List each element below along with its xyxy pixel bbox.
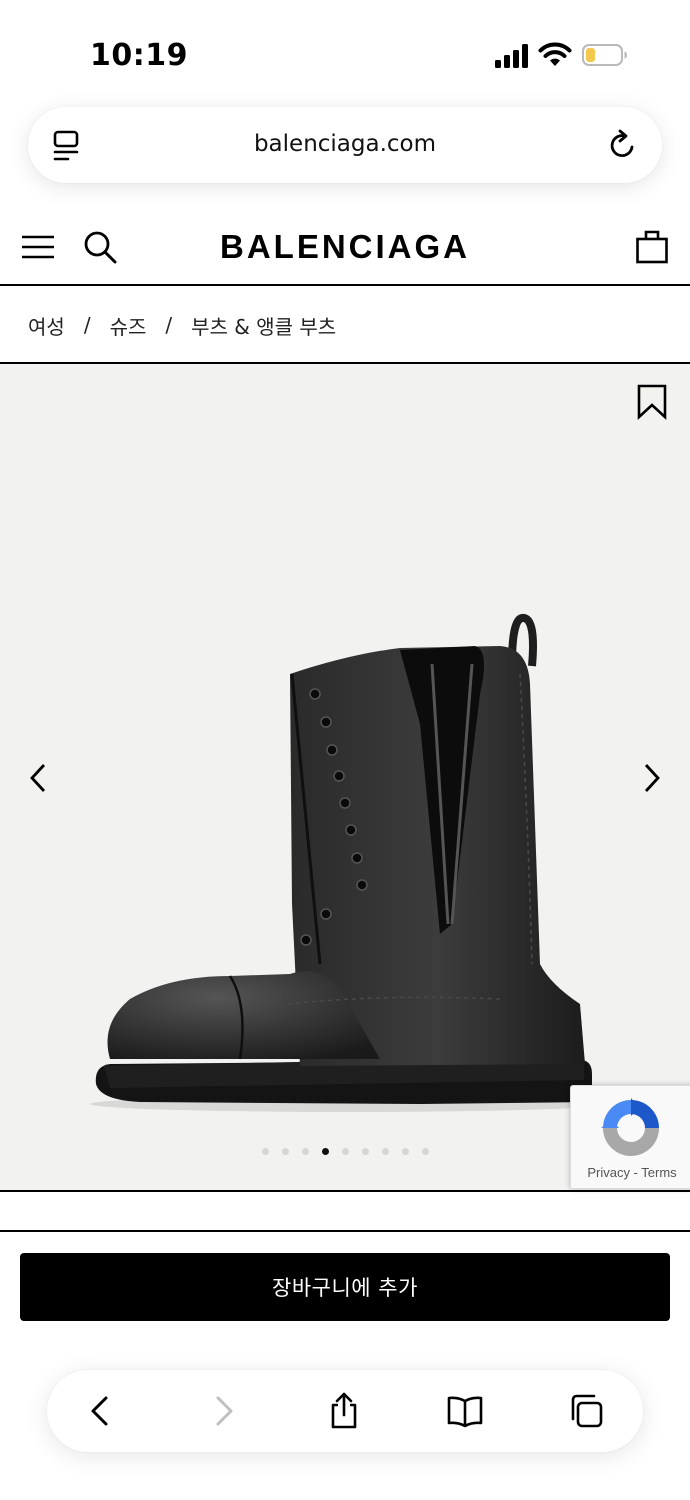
- wifi-icon: [538, 42, 572, 66]
- cellular-signal-icon: [495, 44, 528, 68]
- breadcrumb-item-boots[interactable]: 부츠 & 앵클 부츠: [191, 311, 336, 340]
- product-gallery[interactable]: [0, 364, 690, 1192]
- carousel-dot[interactable]: [381, 1148, 389, 1155]
- battery-low-icon: [582, 44, 627, 66]
- breadcrumb-item-women[interactable]: 여성: [28, 311, 65, 340]
- back-icon[interactable]: [81, 1392, 119, 1430]
- status-time: 10:19: [90, 38, 188, 73]
- address-bar[interactable]: balenciaga.com: [28, 107, 662, 183]
- chevron-left-icon[interactable]: [26, 762, 50, 794]
- carousel-dot[interactable]: [361, 1148, 369, 1155]
- chevron-right-icon[interactable]: [640, 762, 664, 794]
- recaptcha-privacy-terms[interactable]: Privacy - Terms: [571, 1165, 690, 1180]
- breadcrumb: 여성 / 슈즈 / 부츠 & 앵클 부츠: [0, 288, 690, 364]
- bookmark-icon[interactable]: [636, 384, 668, 420]
- carousel-dot[interactable]: [421, 1148, 429, 1155]
- carousel-dot[interactable]: [401, 1148, 409, 1155]
- section-divider: [0, 1230, 690, 1232]
- breadcrumb-separator: /: [165, 313, 173, 337]
- share-icon[interactable]: [325, 1392, 363, 1430]
- reload-icon[interactable]: [608, 127, 638, 161]
- browser-toolbar: [47, 1370, 643, 1452]
- add-to-cart-button[interactable]: 장바구니에 추가: [20, 1253, 670, 1321]
- recaptcha-icon: [601, 1098, 659, 1156]
- forward-icon[interactable]: [205, 1392, 243, 1430]
- brand-logo[interactable]: BALENCIAGA: [0, 228, 690, 266]
- carousel-dot[interactable]: [281, 1148, 289, 1155]
- site-header: BALENCIAGA: [0, 208, 690, 286]
- recaptcha-badge[interactable]: Privacy - Terms: [570, 1085, 690, 1189]
- url-text[interactable]: balenciaga.com: [28, 131, 662, 157]
- breadcrumb-separator: /: [83, 313, 91, 337]
- tabs-icon[interactable]: [567, 1392, 605, 1430]
- bookmarks-icon[interactable]: [446, 1392, 484, 1430]
- product-image[interactable]: [80, 604, 620, 1124]
- carousel-dot[interactable]: [341, 1148, 349, 1155]
- carousel-dot-active[interactable]: [321, 1148, 329, 1155]
- carousel-dot[interactable]: [261, 1148, 269, 1155]
- status-bar: 10:19: [0, 0, 690, 100]
- breadcrumb-item-shoes[interactable]: 슈즈: [110, 311, 147, 340]
- shopping-bag-icon[interactable]: [636, 230, 668, 264]
- carousel-dot[interactable]: [301, 1148, 309, 1155]
